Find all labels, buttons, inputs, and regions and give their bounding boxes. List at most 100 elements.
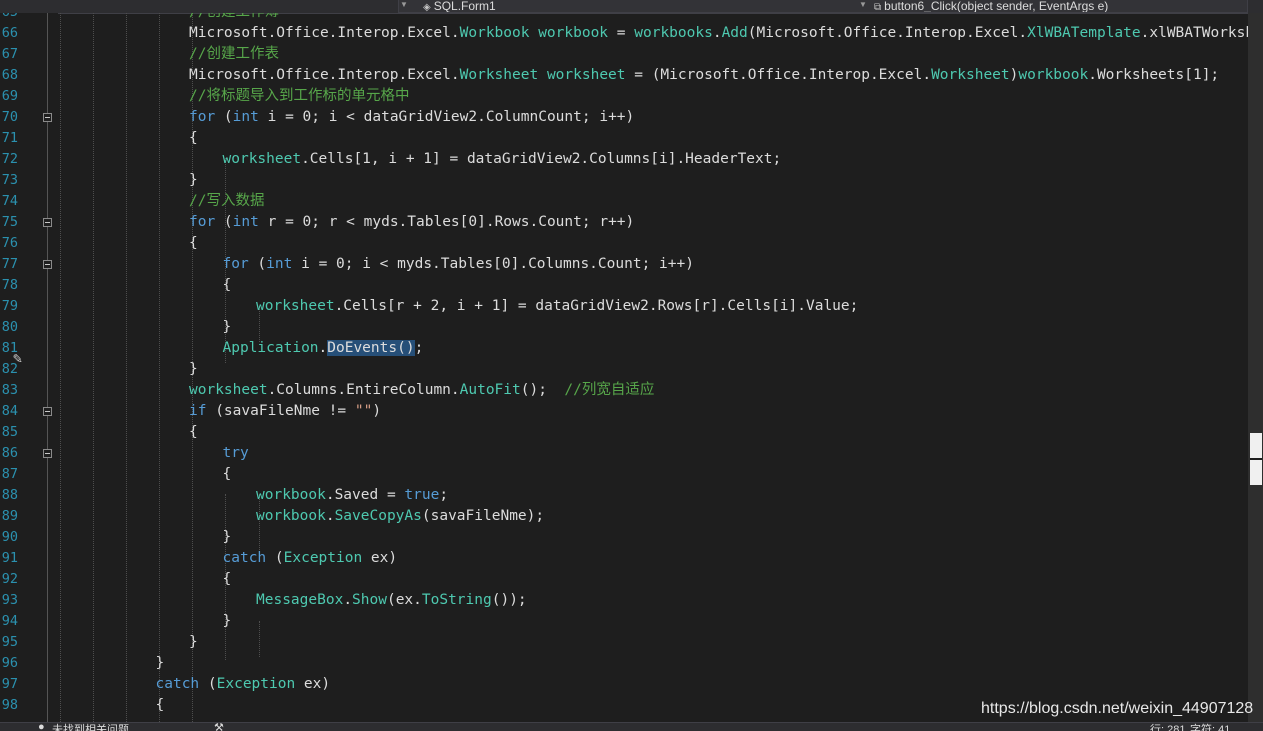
code-line[interactable]: { [189, 422, 198, 443]
code-token: i = 0; i < myds.Tables[0].Columns.Count;… [292, 256, 694, 272]
line-number: 68 [1, 67, 18, 83]
code-comment: //创建工作簿 [189, 13, 279, 20]
code-token: (); [520, 382, 565, 398]
code-line[interactable]: catch (Exception ex) [156, 674, 331, 695]
code-line[interactable]: } [223, 317, 232, 338]
code-token: = [608, 25, 635, 41]
code-keyword: for [222, 256, 249, 272]
code-identifier: Application [222, 340, 319, 356]
code-line[interactable]: { [223, 464, 232, 485]
collapse-icon[interactable] [43, 449, 52, 458]
code-identifier: worksheet [546, 67, 626, 83]
code-line[interactable]: //写入数据 [189, 191, 264, 212]
code-line[interactable]: for (int i = 0; i < myds.Tables[0].Colum… [223, 254, 694, 275]
code-line[interactable]: worksheet.Columns.EntireColumn.AutoFit()… [189, 380, 654, 401]
code-line[interactable]: { [223, 275, 232, 296]
navigation-bar: ▼ ◈ SQL.Form1 ▼ ⧉ button6_Click(object sen… [0, 0, 1263, 14]
line-number: 70 [1, 109, 18, 125]
code-line[interactable]: MessageBox.Show(ex.ToString()); [256, 590, 527, 611]
code-token: ()); [491, 592, 527, 608]
code-line[interactable]: worksheet.Cells[1, i + 1] = dataGridView… [223, 149, 782, 170]
code-token: { [155, 697, 165, 713]
collapse-icon[interactable] [43, 407, 52, 416]
code-line[interactable]: workbook.SaveCopyAs(savaFileNme); [256, 506, 544, 527]
pencil-icon[interactable]: ✎ [13, 349, 22, 367]
code-editor[interactable]: //创建工作簿 Microsoft.Office.Interop.Excel.Wo… [58, 13, 1248, 722]
collapse-icon[interactable] [43, 260, 52, 269]
code-token: . [343, 592, 353, 608]
line-number: 95 [1, 634, 18, 650]
line-number: 74 [1, 193, 18, 209]
code-token: (ex. [386, 592, 422, 608]
code-identifier: MessageBox [256, 592, 344, 608]
line-number: 84 [1, 403, 18, 419]
line-number: 65 [0, 13, 18, 23]
code-line[interactable]: } [189, 170, 198, 191]
code-line[interactable]: //将标题导入到工作标的单元格中 [189, 86, 409, 107]
code-keyword: catch [155, 676, 200, 692]
line-number: 78 [1, 277, 18, 293]
scrollbar-thumb[interactable] [1250, 433, 1262, 485]
code-line[interactable]: if (savaFileNme != "") [189, 401, 381, 422]
line-number: 91 [1, 550, 18, 566]
code-identifier: XlWBATemplate [1027, 25, 1141, 41]
code-keyword: true [404, 487, 440, 503]
code-line[interactable]: Application.DoEvents(); [222, 338, 423, 359]
code-token: .Worksheets[1]; [1088, 67, 1220, 83]
code-token: .Cells[r + 2, i + 1] = dataGridView2.Row… [334, 298, 859, 314]
code-line[interactable]: } [156, 653, 165, 674]
vertical-scrollbar[interactable] [1248, 13, 1263, 722]
line-number: 94 [1, 613, 18, 629]
code-line[interactable]: { [223, 569, 232, 590]
code-token: ( [199, 676, 217, 692]
code-line[interactable]: } [189, 632, 198, 653]
code-identifier: worksheet [222, 151, 302, 167]
code-identifier: SaveCopyAs [334, 508, 422, 524]
indent-guide [126, 13, 127, 722]
code-identifier: Worksheet [459, 67, 539, 83]
line-number: 79 [1, 298, 18, 314]
selected-text: DoEvents() [327, 340, 415, 356]
code-keyword: int [232, 109, 259, 125]
code-token: ( [215, 109, 233, 125]
code-token: { [222, 466, 232, 482]
code-token: { [189, 235, 198, 251]
member-selector[interactable]: ▼ ⧉ button6_Click(object sender, EventArg… [858, 0, 1248, 13]
code-identifier: Workbook [459, 25, 530, 41]
class-selector-label: SQL.Form1 [433, 0, 496, 13]
code-keyword: try [222, 445, 249, 461]
code-identifier: ToString [421, 592, 492, 608]
code-line[interactable]: { [156, 695, 165, 716]
code-line[interactable]: } [223, 527, 232, 548]
code-keyword: catch [222, 550, 267, 566]
code-token: = (Microsoft.Office.Interop.Excel. [625, 67, 932, 83]
code-line[interactable]: for (int r = 0; r < myds.Tables[0].Rows.… [189, 212, 634, 233]
code-token: . [712, 25, 722, 41]
code-line[interactable]: catch (Exception ex) [223, 548, 398, 569]
line-number: 85 [1, 424, 18, 440]
method-icon: ⧉ [874, 2, 882, 13]
code-token: { [189, 424, 198, 440]
code-line[interactable]: { [189, 233, 198, 254]
code-line[interactable]: } [223, 611, 232, 632]
code-line[interactable]: { [189, 128, 198, 149]
code-token: ( [266, 550, 284, 566]
class-selector[interactable]: ▼ ◈ SQL.Form1 [398, 0, 870, 13]
collapse-icon[interactable] [43, 113, 52, 122]
code-identifier: Add [721, 25, 748, 41]
code-line[interactable]: try [223, 443, 249, 464]
code-identifier: worksheet [189, 382, 268, 398]
code-line[interactable]: Microsoft.Office.Interop.Excel.Worksheet… [189, 65, 1219, 86]
code-line[interactable]: //创建工作表 [189, 44, 279, 65]
code-line[interactable]: Microsoft.Office.Interop.Excel.Workbook … [189, 23, 1248, 44]
code-line[interactable]: workbook.Saved = true; [256, 485, 448, 506]
code-line[interactable]: } [189, 359, 198, 380]
code-line[interactable]: for (int i = 0; i < dataGridView2.Column… [189, 107, 634, 128]
code-token: .Cells[1, i + 1] = dataGridView2.Columns… [301, 151, 782, 167]
code-line[interactable]: worksheet.Cells[r + 2, i + 1] = dataGrid… [256, 296, 858, 317]
collapse-icon[interactable] [43, 218, 52, 227]
code-identifier: Worksheet [931, 67, 1010, 83]
code-line[interactable]: //创建工作簿 [189, 13, 279, 23]
